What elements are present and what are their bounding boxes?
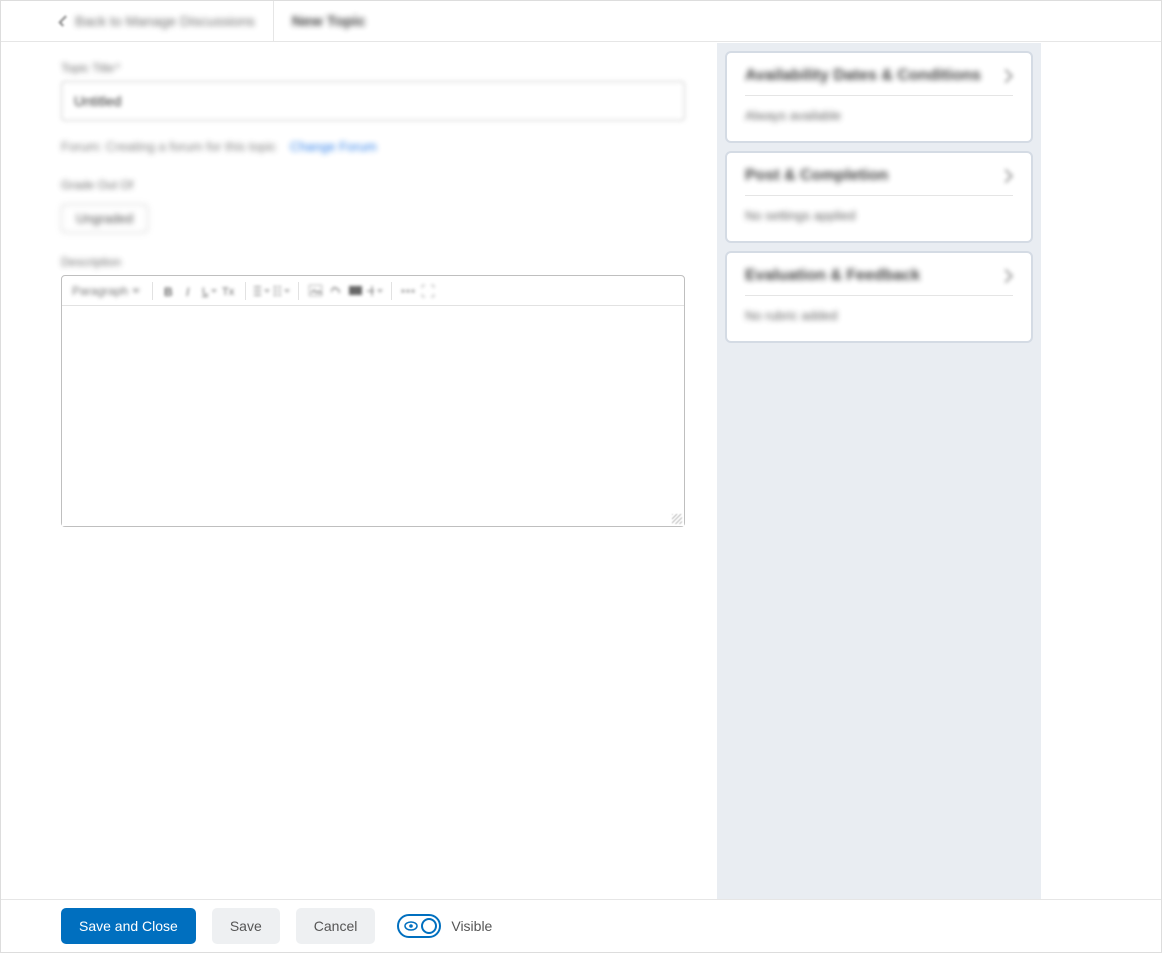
svg-text:Tx: Tx	[222, 286, 235, 297]
grade-label: Grade Out Of	[61, 178, 687, 192]
back-link[interactable]: Back to Manage Discussions	[61, 1, 274, 41]
visibility-label: Visible	[451, 918, 492, 934]
top-bar: Back to Manage Discussions New Topic	[1, 1, 1161, 42]
insert-image-icon[interactable]	[307, 283, 323, 299]
bold-icon[interactable]: B	[161, 283, 177, 299]
more-icon[interactable]	[400, 283, 416, 299]
panel-evaluation-feedback[interactable]: Evaluation & Feedback No rubric added	[725, 251, 1033, 343]
side-column: Availability Dates & Conditions Always a…	[717, 43, 1041, 899]
resize-handle-icon[interactable]	[672, 514, 682, 524]
grade-chip[interactable]: Ungraded	[61, 204, 148, 233]
clear-format-icon[interactable]: Tx	[221, 283, 237, 299]
panel-summary: No rubric added	[745, 308, 1013, 323]
chevron-right-icon	[1001, 170, 1013, 182]
rich-text-editor: Paragraph B I U Tx	[61, 275, 685, 527]
insert-media-icon[interactable]	[347, 283, 363, 299]
svg-text:U: U	[202, 286, 208, 297]
chevron-left-icon	[58, 15, 69, 26]
panel-availability[interactable]: Availability Dates & Conditions Always a…	[725, 51, 1033, 143]
change-forum-link[interactable]: Change Forum	[290, 139, 377, 154]
title-label: Topic Title	[61, 61, 687, 75]
editor-toolbar: Paragraph B I U Tx	[62, 276, 684, 306]
panel-title: Post & Completion	[745, 167, 888, 185]
forum-static-text: Forum: Creating a forum for this topic	[61, 139, 276, 154]
svg-text:B: B	[164, 285, 173, 297]
panel-summary: Always available	[745, 108, 1013, 123]
save-button[interactable]: Save	[212, 908, 280, 944]
save-and-close-button[interactable]: Save and Close	[61, 908, 196, 944]
svg-text:I: I	[186, 285, 190, 297]
chevron-right-icon	[1001, 70, 1013, 82]
align-icon[interactable]	[254, 283, 270, 299]
list-icon[interactable]	[274, 283, 290, 299]
insert-more-icon[interactable]	[367, 283, 383, 299]
eye-icon	[404, 921, 418, 931]
insert-link-icon[interactable]	[327, 283, 343, 299]
main-column: Topic Title Forum: Creating a forum for …	[61, 43, 717, 899]
italic-icon[interactable]: I	[181, 283, 197, 299]
paragraph-style-dropdown[interactable]: Paragraph	[68, 282, 144, 300]
editor-textarea[interactable]	[62, 306, 684, 526]
panel-title: Evaluation & Feedback	[745, 267, 920, 285]
page-title: New Topic	[274, 1, 366, 41]
panel-post-completion[interactable]: Post & Completion No settings applied	[725, 151, 1033, 243]
bottom-bar: Save and Close Save Cancel Visible	[1, 899, 1161, 952]
panel-summary: No settings applied	[745, 208, 1013, 223]
visibility-toggle[interactable]	[397, 914, 441, 938]
back-label: Back to Manage Discussions	[75, 13, 255, 29]
toggle-knob	[421, 918, 437, 934]
fullscreen-icon[interactable]	[420, 283, 436, 299]
panel-title: Availability Dates & Conditions	[745, 67, 981, 85]
underline-icon[interactable]: U	[201, 283, 217, 299]
title-input[interactable]	[61, 81, 685, 121]
chevron-right-icon	[1001, 270, 1013, 282]
description-label: Description	[61, 255, 687, 269]
cancel-button[interactable]: Cancel	[296, 908, 376, 944]
